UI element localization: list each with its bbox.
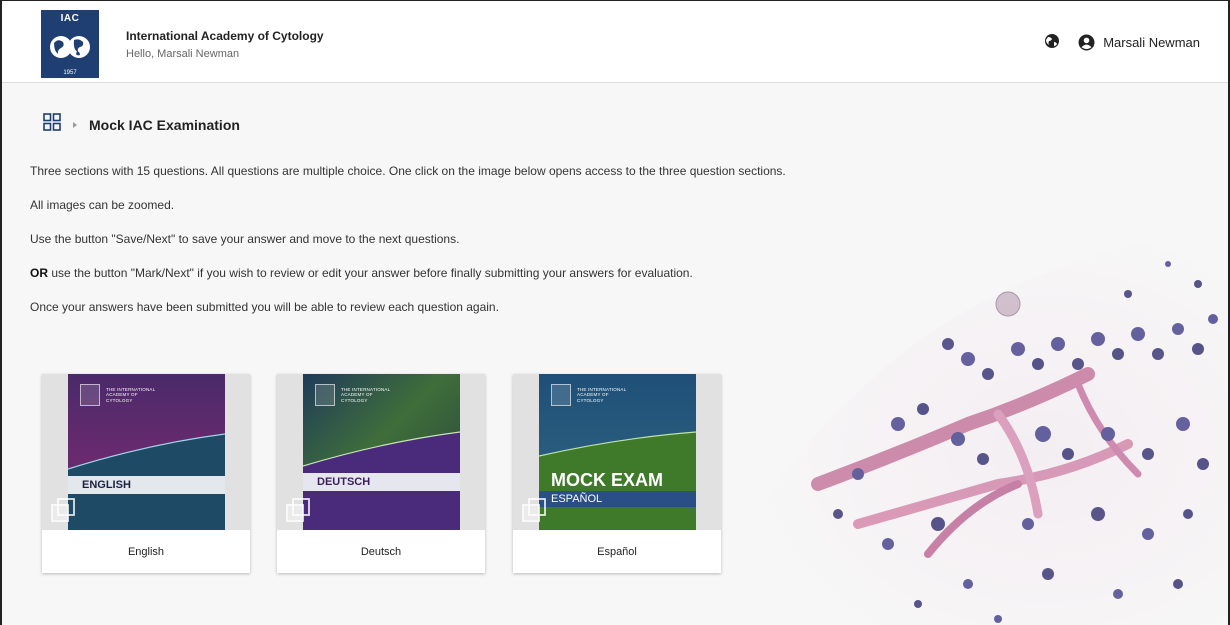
globe-icon[interactable] [1044,33,1060,52]
mini-logo-icon [551,384,571,406]
cover-caption: THE INTERNATIONAL ACADEMY OF CYTOLOGY [106,386,156,403]
app-window: IAC 1957 International Academy of Cytolo… [0,0,1230,625]
instruction-mark-next-text: use the button "Mark/Next" if you wish t… [48,266,693,280]
instruction-zoom: All images can be zoomed. [30,198,175,212]
cytology-background-image [701,224,1228,625]
cover-caption: THE INTERNATIONAL ACADEMY OF CYTOLOGY [341,386,391,403]
user-area: Marsali Newman [1044,33,1200,52]
top-header: IAC 1957 International Academy of Cytolo… [2,1,1228,83]
chevron-right-icon [71,116,79,134]
cover-band: ENGLISH [82,479,131,491]
card-label[interactable]: English [42,530,250,573]
card-label[interactable]: Español [513,530,721,573]
cover-header: THE INTERNATIONAL ACADEMY OF CYTOLOGY [315,384,391,406]
cover-band: ESPAÑOL [551,493,603,505]
instruction-review: Once your answers have been submitted yo… [30,300,499,314]
logo-year: 1957 [63,70,77,76]
page-title: Mock IAC Examination [89,116,240,133]
exam-card-deutsch[interactable]: THE INTERNATIONAL ACADEMY OF CYTOLOGY DE… [277,374,485,573]
user-menu[interactable]: Marsali Newman [1078,34,1200,51]
copy-icon [50,497,76,528]
instruction-save-next: Use the button "Save/Next" to save your … [30,232,460,246]
breadcrumb: Mock IAC Examination [43,113,240,136]
org-name: International Academy of Cytology [126,29,324,43]
greeting: Hello, Marsali Newman [126,48,240,60]
card-thumbnail[interactable]: THE INTERNATIONAL ACADEMY OF CYTOLOGY MO… [513,374,721,530]
user-name: Marsali Newman [1103,35,1200,50]
card-label[interactable]: Deutsch [277,530,485,573]
cover-deutsch: THE INTERNATIONAL ACADEMY OF CYTOLOGY DE… [303,374,460,530]
mini-logo-icon [80,384,100,406]
cover-header: THE INTERNATIONAL ACADEMY OF CYTOLOGY [80,384,156,406]
card-thumbnail[interactable]: THE INTERNATIONAL ACADEMY OF CYTOLOGY DE… [277,374,485,530]
exam-card-english[interactable]: THE INTERNATIONAL ACADEMY OF CYTOLOGY EN… [42,374,250,573]
instruction-mark-next: OR use the button "Mark/Next" if you wis… [30,266,693,280]
cover-title: MOCK EXAM [551,469,663,490]
cover-header: THE INTERNATIONAL ACADEMY OF CYTOLOGY [551,384,627,406]
iac-logo[interactable]: IAC 1957 [41,10,99,78]
instruction-sections: Three sections with 15 questions. All qu… [30,164,786,178]
user-circle-icon [1078,34,1095,51]
cover-english: THE INTERNATIONAL ACADEMY OF CYTOLOGY EN… [68,374,225,530]
cover-caption: THE INTERNATIONAL ACADEMY OF CYTOLOGY [577,386,627,403]
brand-block: International Academy of Cytology Hello,… [126,29,324,60]
cover-band: DEUTSCH [317,476,371,488]
main-content: Mock IAC Examination Three sections with… [2,84,1228,625]
grid-icon[interactable] [43,113,61,136]
card-thumbnail[interactable]: THE INTERNATIONAL ACADEMY OF CYTOLOGY EN… [42,374,250,530]
cover-espanol: THE INTERNATIONAL ACADEMY OF CYTOLOGY MO… [539,374,696,530]
logo-text: IAC [60,13,80,24]
copy-icon [521,497,547,528]
or-label: OR [30,266,48,280]
copy-icon [285,497,311,528]
mini-logo-icon [315,384,335,406]
exam-card-espanol[interactable]: THE INTERNATIONAL ACADEMY OF CYTOLOGY MO… [513,374,721,573]
globe-logo-icon [50,36,90,58]
